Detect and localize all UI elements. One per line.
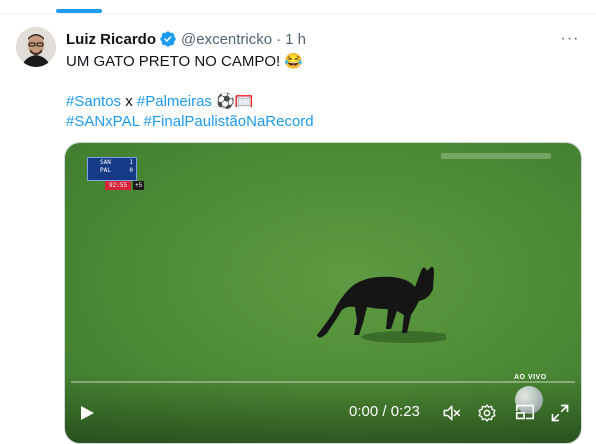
tweet-text: UM GATO PRETO NO CAMPO! 😂 #Santos x #Pal… bbox=[66, 52, 576, 132]
author-handle[interactable]: @excentricko bbox=[181, 31, 272, 48]
team2-name: PAL bbox=[100, 167, 111, 174]
match-clock-row: 92:55 +5 bbox=[105, 181, 145, 190]
tweet-header: Luiz Ricardo @excentricko · 1 h ··· bbox=[66, 29, 580, 49]
video-time-display: 0:00 / 0:23 bbox=[349, 403, 420, 420]
team1-score: 1 bbox=[129, 159, 133, 166]
more-options-icon[interactable]: ··· bbox=[560, 29, 580, 49]
controls-overlay bbox=[65, 373, 581, 443]
scoreboard: SAN 1 PAL 0 bbox=[87, 157, 137, 181]
match-clock: 92:55 bbox=[105, 181, 132, 190]
header-separator: · bbox=[276, 30, 282, 48]
hashtag-final-paulistao[interactable]: #FinalPaulistãoNaRecord bbox=[144, 113, 314, 130]
hashtag-palmeiras[interactable]: #Palmeiras bbox=[137, 93, 212, 110]
hashtag-sanxpal[interactable]: #SANxPAL bbox=[66, 113, 139, 130]
tweet-text-line-1: UM GATO PRETO NO CAMPO! 😂 bbox=[66, 53, 304, 70]
video-player[interactable]: ♆ SAN 1 PAL 0 92:55 +5 AO VIVO 0:00 / 0:… bbox=[64, 142, 582, 444]
top-divider bbox=[0, 13, 596, 14]
team2-score: 0 bbox=[129, 167, 133, 174]
score-row-away: PAL 0 bbox=[88, 166, 136, 174]
avatar-image bbox=[16, 27, 56, 67]
author-display-name[interactable]: Luiz Ricardo bbox=[66, 31, 156, 48]
score-row-home: SAN 1 bbox=[88, 158, 136, 166]
emoji-text: ⚽🥅 bbox=[211, 93, 254, 110]
versus-text: x bbox=[121, 93, 137, 110]
author-avatar[interactable] bbox=[16, 27, 56, 67]
added-time: +5 bbox=[133, 181, 145, 190]
picture-in-picture-icon[interactable] bbox=[514, 401, 536, 423]
fullscreen-icon[interactable] bbox=[550, 403, 570, 423]
video-progress-bar[interactable] bbox=[71, 381, 575, 383]
team1-name: SAN bbox=[100, 159, 111, 166]
tweet-timestamp[interactable]: 1 h bbox=[285, 31, 306, 48]
play-icon[interactable] bbox=[79, 405, 95, 421]
gear-icon[interactable] bbox=[477, 403, 497, 423]
hashtag-santos[interactable]: #Santos bbox=[66, 93, 121, 110]
broadcast-watermark bbox=[441, 153, 551, 159]
live-label: AO VIVO bbox=[514, 374, 547, 381]
verified-badge-icon[interactable] bbox=[159, 30, 177, 48]
mute-icon[interactable] bbox=[441, 403, 461, 423]
tweet-text-line-3: #SANxPAL #FinalPaulistãoNaRecord bbox=[66, 112, 576, 132]
tweet-text-line-2: #Santos x #Palmeiras ⚽🥅 bbox=[66, 92, 576, 112]
black-cat-image bbox=[317, 266, 446, 343]
